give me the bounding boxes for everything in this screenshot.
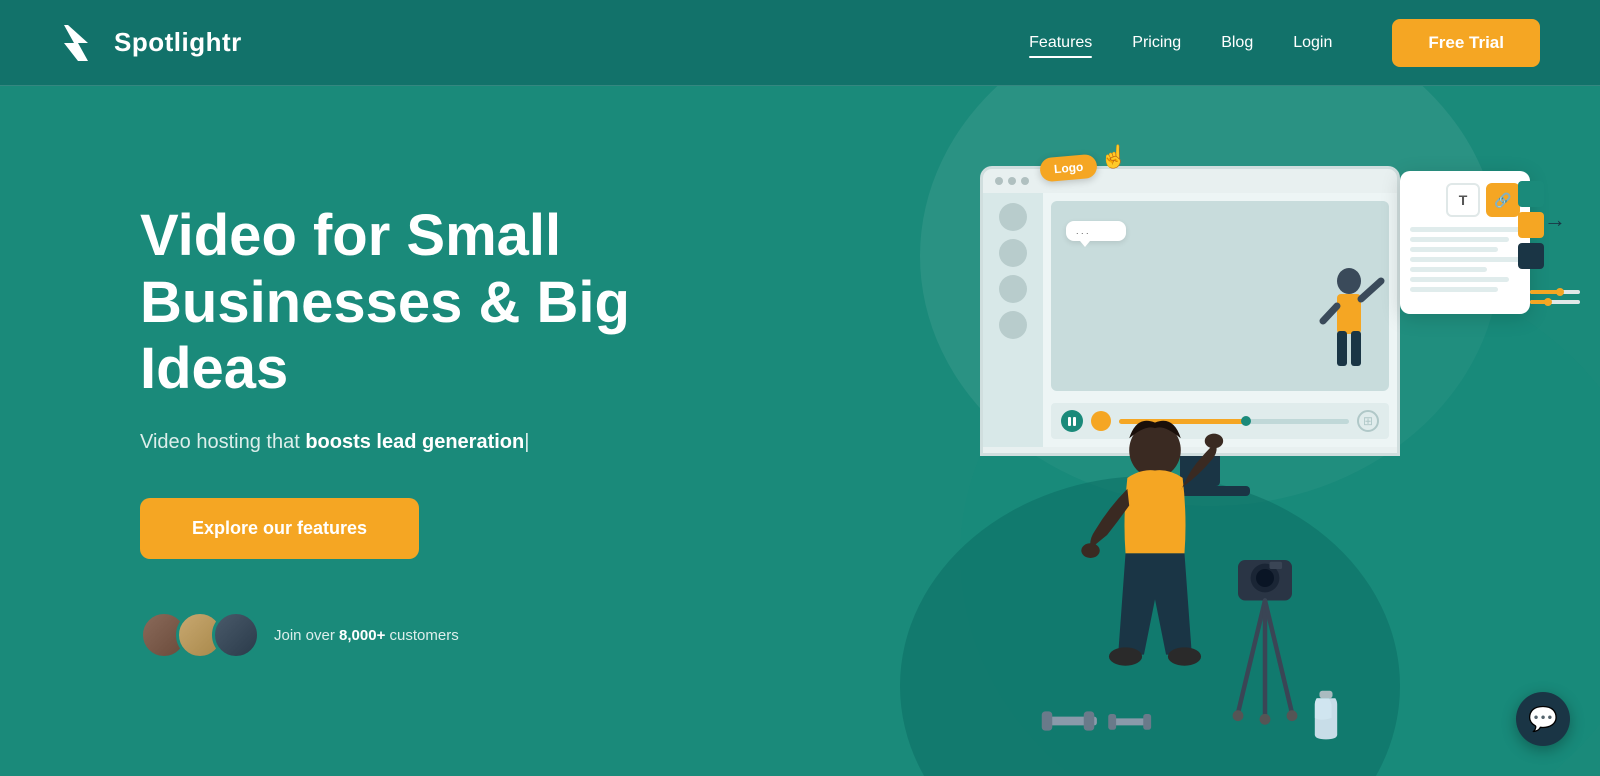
sidebar-circle-2 bbox=[999, 239, 1027, 267]
hero-illustration: Logo ☝ bbox=[800, 116, 1560, 756]
free-trial-button[interactable]: Free Trial bbox=[1392, 19, 1540, 67]
hero-title: Video for Small Businesses & Big Ideas bbox=[140, 203, 740, 403]
hero-title-line2: Businesses & Big Ideas bbox=[140, 270, 630, 402]
hero-title-line1: Video for Small bbox=[140, 203, 561, 268]
slider-dot-1 bbox=[1556, 288, 1564, 296]
sidebar-circle-1 bbox=[999, 203, 1027, 231]
link-icon-box: 🔗 bbox=[1486, 183, 1520, 217]
sidebar-circle-4 bbox=[999, 311, 1027, 339]
slider-track-2 bbox=[1530, 300, 1580, 304]
customization-panel: T 🔗 → bbox=[1400, 171, 1530, 314]
swatch-dark bbox=[1518, 243, 1544, 269]
panel-line-5 bbox=[1410, 267, 1487, 272]
mini-slider-2 bbox=[1530, 300, 1580, 304]
customers-row: Join over 8,000+ customers bbox=[140, 611, 740, 659]
swatch-teal bbox=[1518, 181, 1544, 207]
logo-icon bbox=[60, 21, 104, 65]
sidebar-circle-3 bbox=[999, 275, 1027, 303]
color-swatches bbox=[1518, 181, 1544, 269]
monitor-sidebar bbox=[983, 193, 1043, 447]
nav-features[interactable]: Features bbox=[1029, 34, 1092, 52]
panel-line-1 bbox=[1410, 227, 1520, 232]
hero-subtitle-prefix: Video hosting that bbox=[140, 431, 305, 453]
hero-section: Video for Small Businesses & Big Ideas V… bbox=[0, 86, 1600, 776]
hero-subtitle: Video hosting that boosts lead generatio… bbox=[140, 431, 740, 454]
customers-text: Join over 8,000+ customers bbox=[274, 627, 459, 644]
mini-slider-1 bbox=[1530, 290, 1580, 294]
dot-3 bbox=[1021, 177, 1029, 185]
panel-line-4 bbox=[1410, 257, 1520, 262]
customers-suffix: customers bbox=[385, 627, 458, 644]
navbar: Spotlightr Features Pricing Blog Login F… bbox=[0, 0, 1600, 86]
nav-login[interactable]: Login bbox=[1293, 34, 1332, 52]
nav-links: Features Pricing Blog Login Free Trial bbox=[1029, 19, 1540, 67]
cursor-icon: ☝ bbox=[1100, 144, 1127, 170]
text-icon-box: T bbox=[1446, 183, 1480, 217]
slider-track-1 bbox=[1530, 290, 1580, 294]
chat-button[interactable]: 💬 bbox=[1516, 692, 1570, 746]
avatar-group bbox=[140, 611, 260, 659]
nav-blog[interactable]: Blog bbox=[1221, 34, 1253, 52]
chat-icon: 💬 bbox=[1528, 705, 1558, 734]
panel-icon-row: T 🔗 bbox=[1410, 183, 1520, 217]
fullscreen-icon: ⊞ bbox=[1357, 410, 1379, 432]
brand-name: Spotlightr bbox=[114, 27, 242, 58]
customers-prefix: Join over bbox=[274, 627, 339, 644]
panel-line-3 bbox=[1410, 247, 1498, 252]
panel-line-7 bbox=[1410, 287, 1498, 292]
hero-cursor: | bbox=[524, 431, 529, 453]
avatar-3 bbox=[212, 611, 260, 659]
panel-arrow-icon: → bbox=[1544, 207, 1566, 233]
dot-1 bbox=[995, 177, 1003, 185]
hero-subtitle-bold: boosts lead generation bbox=[305, 431, 524, 453]
customers-count: 8,000+ bbox=[339, 627, 385, 644]
hero-content: Video for Small Businesses & Big Ideas V… bbox=[140, 203, 740, 659]
swatch-yellow bbox=[1518, 212, 1544, 238]
nav-pricing[interactable]: Pricing bbox=[1132, 34, 1181, 52]
speech-bubble: . . . bbox=[1066, 221, 1126, 241]
panel-line-2 bbox=[1410, 237, 1509, 242]
slider-controls bbox=[1530, 290, 1580, 304]
dot-2 bbox=[1008, 177, 1016, 185]
explore-features-button[interactable]: Explore our features bbox=[140, 498, 419, 559]
monitor-person-svg bbox=[1309, 261, 1389, 391]
panel-line-6 bbox=[1410, 277, 1509, 282]
monitor-video-area: . . . bbox=[1051, 201, 1389, 391]
water-bottle-svg bbox=[1312, 686, 1340, 746]
logo-area[interactable]: Spotlightr bbox=[60, 21, 242, 65]
panel-lines bbox=[1410, 227, 1520, 292]
slider-dot-2 bbox=[1544, 298, 1552, 306]
fitness-person-svg bbox=[1060, 406, 1250, 756]
